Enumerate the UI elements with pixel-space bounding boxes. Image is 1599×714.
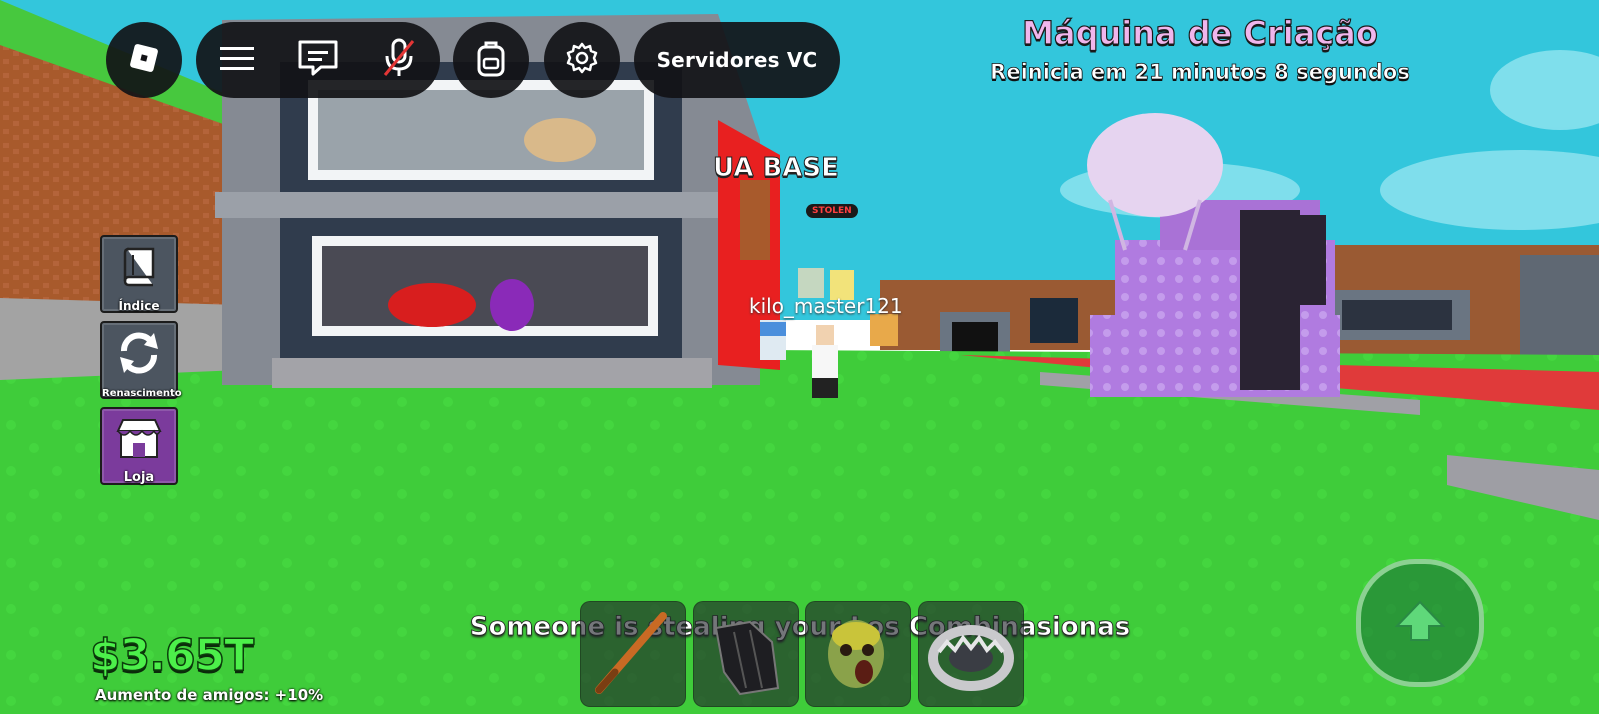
jump-button[interactable] xyxy=(1356,559,1484,687)
voice-servers-button[interactable]: Servidores VC xyxy=(634,22,840,98)
voice-mic-button[interactable] xyxy=(359,22,440,98)
rebirth-arrows-icon xyxy=(116,331,162,379)
top-bar-menu-group xyxy=(196,22,440,98)
glove-icon xyxy=(694,620,798,710)
distant-board xyxy=(1030,298,1078,343)
event-title: Máquina de Criação xyxy=(1022,13,1379,52)
player-nametag: kilo_master121 xyxy=(749,294,903,318)
menu-button[interactable] xyxy=(196,22,277,98)
steal-notification: Someone is stealing your Los Combinasion… xyxy=(469,612,1131,643)
money-counter: $3.65T xyxy=(89,629,255,682)
chat-icon xyxy=(297,39,339,81)
roblox-menu-button[interactable] xyxy=(106,22,182,98)
jump-arrow-icon xyxy=(1394,598,1446,648)
player-avatar[interactable] xyxy=(812,325,838,398)
base-sign: UA BASE xyxy=(713,153,840,184)
hotbar-slot-glove[interactable] xyxy=(693,601,799,707)
zombie-mask-icon xyxy=(806,620,910,710)
microphone-muted-icon xyxy=(381,37,417,83)
friends-boost-label: Aumento de amigos: +10% xyxy=(95,686,324,704)
hamburger-menu-icon xyxy=(219,44,254,76)
rebirth-button[interactable]: Renascimento xyxy=(100,321,182,399)
shop-storefront-icon xyxy=(114,417,164,465)
stolen-tag: STOLEN xyxy=(806,204,858,218)
hotbar-slot-bear-trap[interactable] xyxy=(918,601,1024,707)
shop-button[interactable]: Loja xyxy=(100,407,178,485)
bat-icon xyxy=(581,612,685,710)
roblox-logo-icon xyxy=(126,40,162,80)
chat-button[interactable] xyxy=(277,22,358,98)
gear-icon xyxy=(565,41,599,79)
book-icon xyxy=(117,245,161,291)
hotbar-slot-zombie-mask[interactable] xyxy=(805,601,911,707)
backpack-button[interactable] xyxy=(453,22,529,98)
shop-label: Loja xyxy=(123,470,155,485)
event-timer: Reinicia em 21 minutos 8 segundos xyxy=(990,60,1410,85)
bear-trap-icon xyxy=(919,625,1023,710)
hotbar-slot-bat[interactable] xyxy=(580,601,686,707)
backpack-icon xyxy=(475,39,507,81)
index-button[interactable]: Índice xyxy=(100,235,178,313)
settings-button[interactable] xyxy=(544,22,620,98)
rebirth-label: Renascimento xyxy=(102,388,182,399)
index-label: Índice xyxy=(118,299,160,313)
